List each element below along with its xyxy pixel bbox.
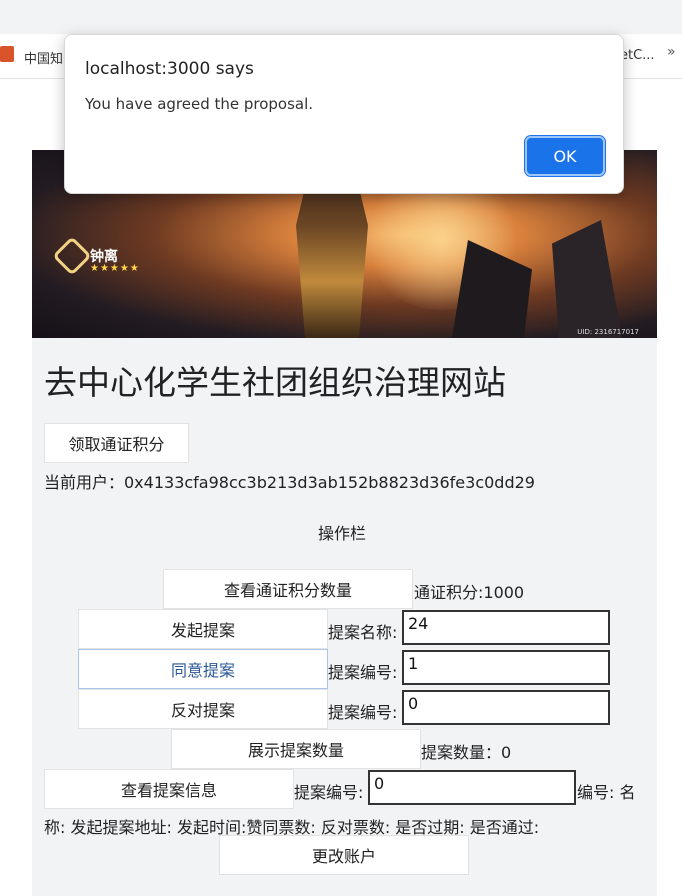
bookmark-favicon-icon xyxy=(0,46,14,62)
oppose-proposal-id-input[interactable]: 0 xyxy=(402,690,610,725)
show-proposal-count-button[interactable]: 展示提案数量 xyxy=(171,729,421,769)
bookmark-item[interactable]: 中国知 xyxy=(24,48,63,67)
oppose-proposal-id-label: 提案编号: xyxy=(328,703,398,722)
section-title: 操作栏 xyxy=(318,524,367,543)
proposal-info-text-start: 编号: 名 xyxy=(577,783,636,802)
banner-watermark: UID: 2316717017 xyxy=(577,328,639,336)
dialog-origin: localhost:3000 says xyxy=(85,59,254,79)
rarity-stars-icon: ★★★★★ xyxy=(90,263,140,274)
agree-proposal-id-input[interactable]: 1 xyxy=(402,650,610,685)
banner-rock xyxy=(552,220,622,338)
change-account-button[interactable]: 更改账户 xyxy=(219,835,469,875)
proposal-name-label: 提案名称: xyxy=(328,623,398,642)
page-title: 去中心化学生社团组织治理网站 xyxy=(44,363,506,402)
alert-dialog: localhost:3000 says You have agreed the … xyxy=(64,34,624,194)
browser-top-strip xyxy=(0,0,682,34)
oppose-proposal-button[interactable]: 反对提案 xyxy=(78,689,328,729)
agree-proposal-id-label: 提案编号: xyxy=(328,663,398,682)
geo-element-icon xyxy=(52,236,92,276)
proposal-count-text: 提案数量：0 xyxy=(421,743,512,762)
view-points-button[interactable]: 查看通证积分数量 xyxy=(163,569,413,609)
bookmark-item-right[interactable]: etC... xyxy=(620,48,655,63)
create-proposal-button[interactable]: 发起提案 xyxy=(78,609,328,649)
agree-proposal-button[interactable]: 同意提案 xyxy=(78,649,328,689)
points-balance-text: 通证积分:1000 xyxy=(414,583,525,602)
bookmarks-overflow-icon[interactable]: » xyxy=(667,44,676,60)
current-user-text: 当前用户：0x4133cfa98cc3b213d3ab152b8823d36fe… xyxy=(44,473,535,492)
dialog-ok-button[interactable]: OK xyxy=(524,135,606,177)
claim-points-button[interactable]: 领取通证积分 xyxy=(44,423,189,463)
dialog-message: You have agreed the proposal. xyxy=(85,95,314,113)
info-proposal-id-label: 提案编号: xyxy=(294,783,364,802)
proposal-name-input[interactable]: 24 xyxy=(402,610,610,645)
info-proposal-id-input[interactable]: 0 xyxy=(368,770,576,805)
view-proposal-info-button[interactable]: 查看提案信息 xyxy=(44,769,294,809)
